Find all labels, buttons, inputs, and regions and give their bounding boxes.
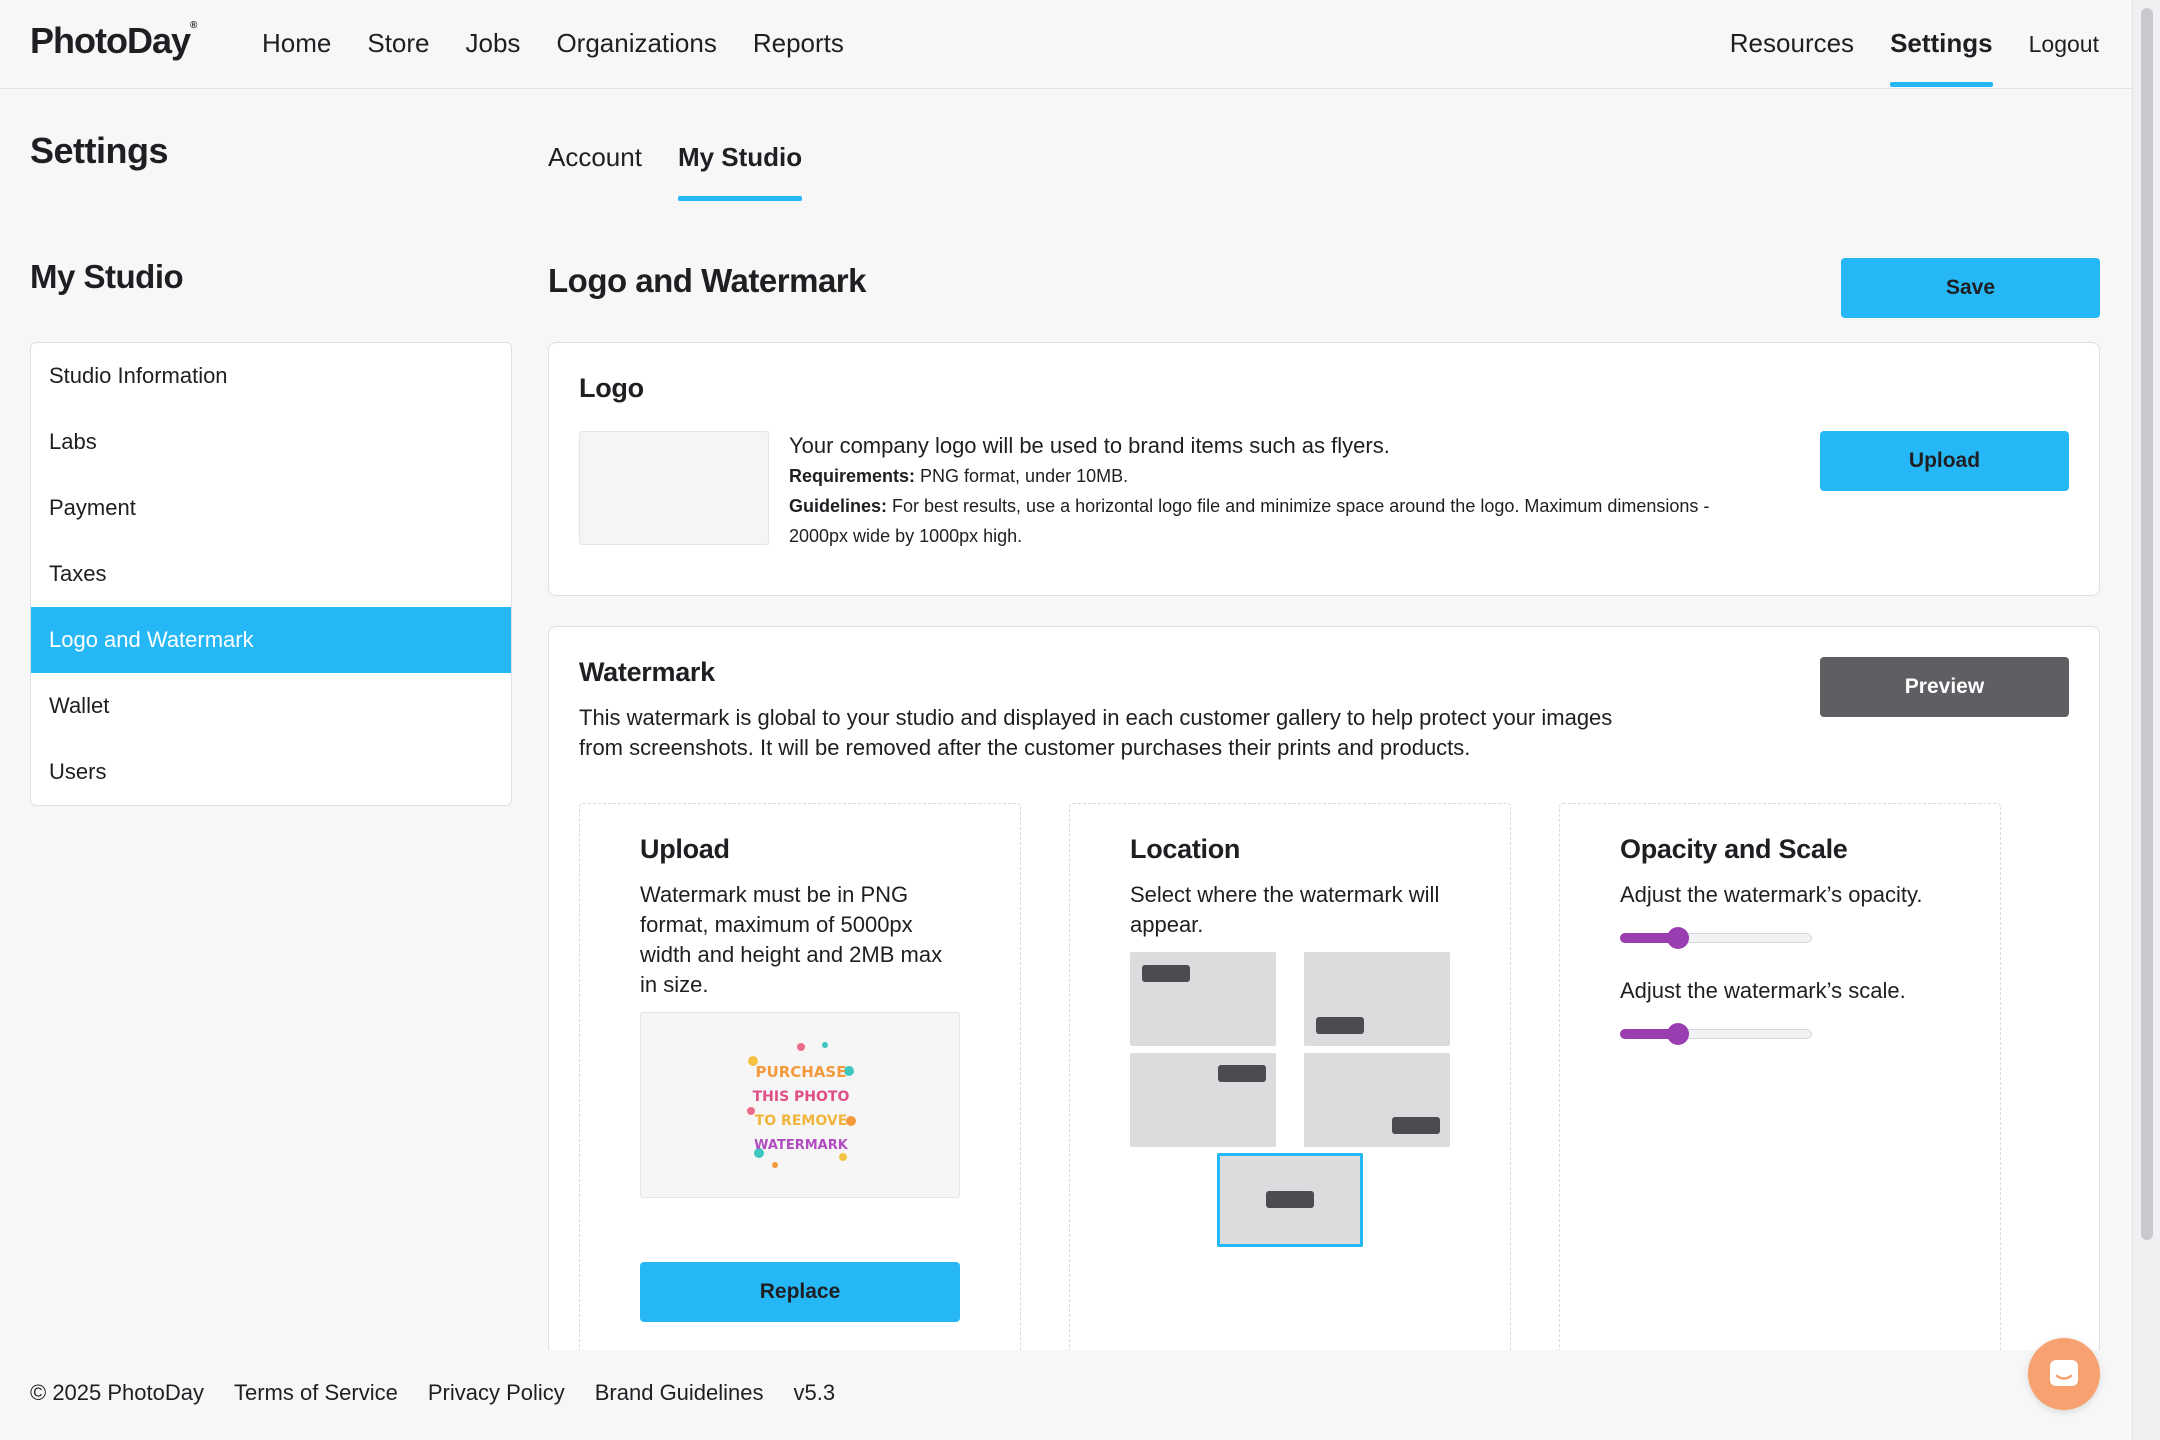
watermark-image: PURCHASE THIS PHOTO TO REMOVE WATERMARK [747, 1042, 856, 1168]
watermark-art-line-3: TO REMOVE [755, 1113, 848, 1129]
nav-organizations[interactable]: Organizations [556, 28, 716, 59]
location-option-top-left[interactable] [1130, 952, 1276, 1046]
settings-tabs: Account My Studio [548, 142, 803, 201]
location-panel-text: Select where the watermark will appear. [1130, 882, 1440, 937]
sidebar-item-users[interactable]: Users [31, 739, 511, 805]
watermark-description: This watermark is global to your studio … [579, 705, 1613, 760]
sidebar-title: My Studio [30, 258, 184, 295]
watermark-card: Watermark This watermark is global to yo… [548, 626, 2100, 1386]
watermark-art-line-2: THIS PHOTO [753, 1089, 850, 1105]
slider-thumb[interactable] [1666, 1023, 1689, 1045]
primary-nav: Home Store Jobs Organizations Reports [262, 28, 844, 59]
photoday-logo[interactable]: PhotoDay® [30, 20, 197, 62]
footer-version: v5.3 [793, 1380, 836, 1405]
location-mark [1218, 1065, 1266, 1082]
opacity-label: Adjust the watermark’s opacity. [1620, 882, 1923, 907]
footer-copyright: © 2025 PhotoDay [30, 1380, 204, 1405]
nav-settings[interactable]: Settings [1890, 28, 1993, 87]
page-title: Settings [30, 130, 169, 171]
scrollbar-thumb[interactable] [2141, 8, 2153, 1240]
nav-home[interactable]: Home [262, 28, 331, 59]
watermark-card-title: Watermark [579, 657, 715, 687]
logo-card-title: Logo [579, 373, 644, 403]
location-mark [1316, 1017, 1364, 1034]
watermark-image-preview: PURCHASE THIS PHOTO TO REMOVE WATERMARK [640, 1012, 960, 1198]
slider-thumb[interactable] [1666, 927, 1689, 949]
footer-brand-guidelines-link[interactable]: Brand Guidelines [595, 1380, 764, 1406]
nav-resources[interactable]: Resources [1730, 28, 1854, 59]
watermark-art-line-4: WATERMARK [754, 1138, 849, 1153]
upload-panel-title: Upload [640, 834, 730, 864]
opacity-scale-title: Opacity and Scale [1620, 834, 1848, 864]
scale-label: Adjust the watermark’s scale. [1620, 978, 1906, 1003]
logo-image-placeholder [579, 431, 769, 545]
nav-store[interactable]: Store [367, 28, 429, 59]
footer-links: © 2025 PhotoDay Terms of Service Privacy… [30, 1380, 835, 1406]
save-button[interactable]: Save [1841, 258, 2100, 318]
chat-bubble-icon [2050, 1360, 2078, 1386]
chat-launcher-button[interactable] [2028, 1338, 2100, 1410]
nav-jobs[interactable]: Jobs [466, 28, 521, 59]
sidebar-item-taxes[interactable]: Taxes [31, 541, 511, 607]
sidebar-item-payment[interactable]: Payment [31, 475, 511, 541]
secondary-nav: Resources Settings Logout [1730, 28, 2099, 87]
sidebar-item-labs[interactable]: Labs [31, 409, 511, 475]
section-title: Logo and Watermark [548, 262, 867, 299]
sidebar-item-wallet[interactable]: Wallet [31, 673, 511, 739]
logo-requirements: Requirements: PNG format, under 10MB. [789, 466, 1129, 486]
sidebar-item-studio-information[interactable]: Studio Information [31, 343, 511, 409]
location-option-center[interactable] [1217, 1153, 1363, 1247]
nav-reports[interactable]: Reports [753, 28, 844, 59]
location-mark [1392, 1117, 1440, 1134]
location-option-bottom-left[interactable] [1130, 1053, 1276, 1147]
logo-lead-text: Your company logo will be used to brand … [789, 433, 1390, 458]
location-option-top-right[interactable] [1304, 952, 1450, 1046]
upload-logo-button[interactable]: Upload [1820, 431, 2069, 491]
sidebar-menu: Studio Information Labs Payment Taxes Lo… [30, 342, 512, 806]
tab-account[interactable]: Account [548, 142, 642, 201]
logo-guidelines: Guidelines: For best results, use a hori… [789, 496, 1710, 546]
watermark-opacity-scale-panel: Opacity and Scale Adjust the watermark’s… [1559, 803, 2001, 1363]
watermark-art-line-1: PURCHASE [756, 1063, 847, 1081]
logo-description: Your company logo will be used to brand … [789, 431, 1749, 551]
location-option-bottom-right[interactable] [1304, 1053, 1450, 1147]
location-mark [1266, 1191, 1314, 1208]
nav-logout[interactable]: Logout [2029, 31, 2099, 58]
location-panel-title: Location [1130, 834, 1241, 864]
sidebar-item-logo-and-watermark[interactable]: Logo and Watermark [31, 607, 511, 673]
location-mark [1142, 965, 1190, 982]
footer-terms-link[interactable]: Terms of Service [234, 1380, 398, 1406]
upload-panel-text: Watermark must be in PNG format, maximum… [640, 882, 943, 997]
replace-watermark-button[interactable]: Replace [640, 1262, 960, 1322]
scale-slider[interactable] [1620, 1023, 1812, 1045]
opacity-slider[interactable] [1620, 927, 1812, 949]
page-scrollbar[interactable] [2132, 0, 2160, 1440]
watermark-upload-panel: Upload Watermark must be in PNG format, … [579, 803, 1021, 1363]
watermark-location-panel: Location Select where the watermark will… [1069, 803, 1511, 1363]
top-navigation-bar: PhotoDay® Home Store Jobs Organizations … [0, 0, 2132, 89]
footer-privacy-link[interactable]: Privacy Policy [428, 1380, 565, 1406]
tab-my-studio[interactable]: My Studio [677, 142, 803, 201]
preview-watermark-button[interactable]: Preview [1820, 657, 2069, 717]
logo-card: Logo Your company logo will be used to b… [548, 342, 2100, 596]
page-footer: © 2025 PhotoDay Terms of Service Privacy… [0, 1350, 2132, 1440]
